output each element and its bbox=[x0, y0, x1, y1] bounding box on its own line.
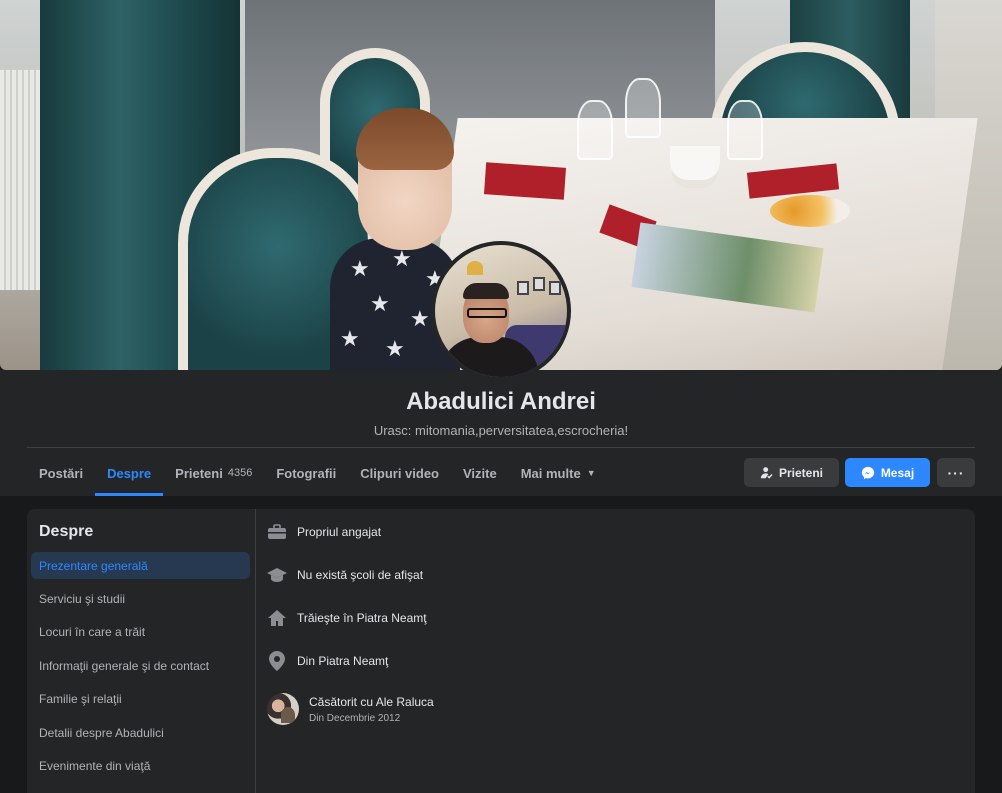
about-nav-places-lived[interactable]: Locuri în care a trăit bbox=[31, 618, 250, 645]
overview-work: Propriul angajat bbox=[267, 522, 381, 542]
overview-education-text: Nu există şcoli de afişat bbox=[297, 568, 424, 582]
child-hair bbox=[356, 108, 454, 170]
tab-posts[interactable]: Postări bbox=[27, 450, 95, 496]
graduation-cap-icon bbox=[267, 565, 287, 585]
about-nav-overview[interactable]: Prezentare generală bbox=[31, 552, 250, 579]
tab-label: Prieteni bbox=[175, 465, 223, 481]
cover-glass bbox=[577, 100, 613, 160]
tab-check-ins[interactable]: Vizite bbox=[451, 450, 509, 496]
star-icon: ★ bbox=[340, 326, 360, 351]
about-nav-family[interactable]: Familie şi relaţii bbox=[31, 685, 250, 712]
tab-label: Postări bbox=[39, 465, 84, 481]
overview-relationship-date: Din Decembrie 2012 bbox=[309, 712, 401, 724]
tab-label: Mai multe bbox=[520, 465, 581, 481]
messenger-icon bbox=[861, 466, 874, 479]
about-sidebar: Despre Prezentare generală Serviciu şi s… bbox=[27, 509, 256, 793]
overview-relationship-details: Căsătorit cu Ale Raluca Din Decembrie 20… bbox=[309, 695, 434, 724]
star-icon: ★ bbox=[350, 256, 370, 281]
about-nav-work-education[interactable]: Serviciu şi studii bbox=[31, 585, 250, 612]
tab-label: Fotografii bbox=[276, 465, 337, 481]
tab-more[interactable]: Mai multe ▼ bbox=[509, 450, 608, 496]
friend-check-icon bbox=[760, 467, 773, 479]
cover-glass bbox=[727, 100, 763, 160]
about-panel: Despre Prezentare generală Serviciu şi s… bbox=[27, 509, 975, 793]
about-nav-life-events[interactable]: Evenimente din viaţă bbox=[31, 752, 250, 779]
star-icon: ★ bbox=[370, 291, 390, 316]
about-nav-contact-info[interactable]: Informaţii generale şi de contact bbox=[31, 652, 250, 679]
tab-friends[interactable]: Prieteni 4356 bbox=[163, 450, 264, 496]
cover-glass bbox=[625, 78, 661, 138]
overview-education: Nu există şcoli de afişat bbox=[267, 565, 423, 585]
message-button[interactable]: Mesaj bbox=[845, 458, 930, 487]
profile-name: Abadulici Andrei bbox=[406, 388, 596, 415]
tab-label: Vizite bbox=[463, 465, 497, 481]
friends-count: 4356 bbox=[227, 467, 253, 479]
cover-cup bbox=[670, 146, 720, 180]
overview-relationship-text[interactable]: Căsătorit cu Ale Raluca bbox=[309, 695, 434, 709]
tab-videos[interactable]: Clipuri video bbox=[348, 450, 451, 496]
star-icon: ★ bbox=[385, 336, 405, 361]
cover-napkin bbox=[483, 162, 567, 200]
avatar-frame bbox=[549, 281, 561, 295]
overview-lives-in-text[interactable]: Trăieşte în Piatra Neamţ bbox=[297, 611, 427, 625]
avatar-frame bbox=[517, 281, 529, 295]
more-options-icon: ··· bbox=[947, 464, 965, 481]
tab-about[interactable]: Despre bbox=[95, 450, 164, 496]
message-button-label: Mesaj bbox=[880, 465, 915, 480]
overview-work-text: Propriul angajat bbox=[297, 525, 382, 539]
location-pin-icon bbox=[267, 651, 287, 671]
avatar-glasses bbox=[467, 308, 507, 318]
profile-bio: Urasc: mitomania,perversitatea,escrocher… bbox=[373, 423, 629, 438]
tab-label: Clipuri video bbox=[360, 465, 439, 481]
overview-from-text[interactable]: Din Piatra Neamţ bbox=[297, 654, 388, 668]
star-icon: ★ bbox=[410, 306, 430, 331]
overview-from: Din Piatra Neamţ bbox=[267, 651, 388, 671]
header-divider bbox=[27, 447, 975, 448]
friends-button-label: Prieteni bbox=[778, 465, 823, 480]
about-title: Despre bbox=[39, 523, 94, 540]
spouse-avatar[interactable] bbox=[267, 693, 299, 725]
friends-button[interactable]: Prieteni bbox=[744, 458, 839, 487]
overview-lives-in: Trăieşte în Piatra Neamţ bbox=[267, 608, 427, 628]
more-options-button[interactable]: ··· bbox=[937, 458, 975, 487]
profile-avatar[interactable] bbox=[431, 241, 571, 381]
star-icon: ★ bbox=[392, 246, 412, 271]
profile-tabs: Postări Despre Prieteni 4356 Fotografii C… bbox=[27, 450, 608, 496]
briefcase-icon bbox=[267, 522, 287, 542]
avatar-lamp bbox=[467, 261, 483, 275]
caret-down-icon: ▼ bbox=[586, 468, 596, 478]
cover-fruit-plate bbox=[770, 195, 850, 227]
about-nav-details[interactable]: Detalii despre Abadulici bbox=[31, 719, 250, 746]
tab-label: Despre bbox=[107, 465, 152, 481]
home-icon bbox=[267, 608, 287, 628]
tab-photos[interactable]: Fotografii bbox=[264, 450, 348, 496]
avatar-frame bbox=[533, 277, 545, 291]
overview-relationship: Căsătorit cu Ale Raluca Din Decembrie 20… bbox=[267, 693, 434, 725]
avatar-hair bbox=[463, 283, 509, 299]
